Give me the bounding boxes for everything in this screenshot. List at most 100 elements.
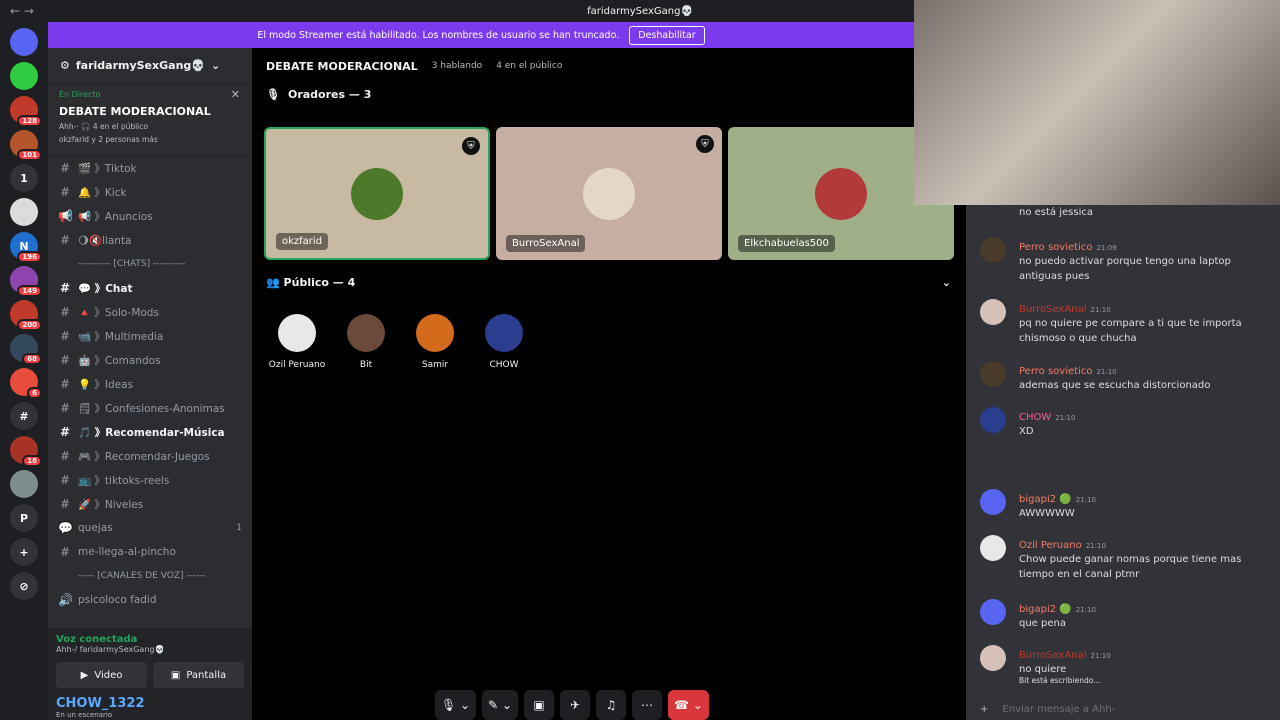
channel-item[interactable]: # 💡 》Ideas <box>48 372 252 396</box>
server-icon-4[interactable]: 1 <box>10 164 38 192</box>
server-icon-6[interactable]: N 196 <box>10 232 42 263</box>
message-author[interactable]: bigapi2 🟢 <box>1019 494 1072 505</box>
channel-item[interactable]: # me-llega-al-pincho <box>48 540 252 564</box>
message-author[interactable]: Perro sovietico <box>1019 366 1092 377</box>
hash-icon: # <box>59 473 71 487</box>
chevron-down-icon[interactable]: ⌄ <box>942 276 951 289</box>
video-button[interactable]: ▶ Video <box>56 662 147 688</box>
server-icon-14[interactable]: P <box>10 504 38 532</box>
avatar <box>278 314 316 352</box>
message-author[interactable]: Ozil Peruano <box>1019 540 1082 551</box>
channel-item[interactable]: 🔊 psicoloco fadid <box>48 588 252 612</box>
screen-share-button[interactable]: ▣ Pantalla <box>153 662 244 688</box>
server-icon-13[interactable] <box>10 470 38 498</box>
audience-member[interactable]: Bit <box>336 314 396 370</box>
channel-item[interactable]: # 🤖 》Comandos <box>48 348 252 372</box>
channel-item[interactable]: # 🎬 》Tiktok <box>48 156 252 180</box>
disconnect-button[interactable]: ☎ ⌄ <box>668 690 709 720</box>
channel-item[interactable]: # 🗒 》Confesiones-Anonimas <box>48 396 252 420</box>
chat-message[interactable]: Perro sovietico 21:10 ademas que se escuch… <box>980 359 1270 393</box>
server-icon-12[interactable]: 16 <box>10 436 42 467</box>
server-name: faridarmySexGang💀 <box>75 59 205 72</box>
server-icon-15[interactable]: + <box>10 538 38 566</box>
audience-name: CHOW <box>489 360 519 370</box>
channel-category[interactable]: ----- [CANALES DE VOZ] ------ <box>48 564 252 588</box>
user-name[interactable]: CHOW_1322 <box>56 696 244 711</box>
server-icon-9[interactable]: 68 <box>10 334 42 365</box>
server-label: ⊘ <box>19 579 29 593</box>
more-button[interactable]: ⋯ <box>632 690 663 720</box>
channel-name: ---------- [CHATS] ---------- <box>78 259 186 269</box>
avatar <box>815 167 867 220</box>
message-input[interactable]: + Enviar mensaje a Ahh- <box>980 698 1272 720</box>
audience-member[interactable]: Ozil Peruano <box>267 314 327 370</box>
audience-member[interactable]: CHOW <box>474 314 534 370</box>
chat-message[interactable]: BurroSexAnal 21:10 no quiere <box>980 643 1270 677</box>
server-icon-1[interactable] <box>10 62 38 90</box>
server-icon-7[interactable]: 149 <box>10 266 42 297</box>
share-screen-button[interactable]: ▣ <box>524 690 555 720</box>
chat-message[interactable]: Perro sovietico 21:09 no puedo activar por… <box>980 235 1270 284</box>
channel-item[interactable]: # 🔔 》Kick <box>48 180 252 204</box>
channel-item[interactable]: # 📹 》Multimedia <box>48 324 252 348</box>
server-icon-0[interactable] <box>10 28 38 56</box>
hash-icon: # <box>59 401 71 415</box>
voice-panel: Voz conectada Ahh-/ faridarmySexGang💀 ▶ V… <box>48 628 252 720</box>
close-icon[interactable]: ✕ <box>231 88 240 101</box>
avatar <box>416 314 454 352</box>
audience-member[interactable]: Samir <box>405 314 465 370</box>
camera-off-button[interactable]: ✎ ⌄ <box>482 690 519 720</box>
chat-message[interactable]: bigapi2 🟢 21:10 AWWWWW <box>980 487 1270 521</box>
hash-icon: # <box>59 377 71 391</box>
soundboard-button[interactable]: ♫ <box>596 690 627 720</box>
speaker-tile[interactable]: okzfarid ⛨ <box>264 127 490 260</box>
channel-category[interactable]: ---------- [CHATS] ---------- <box>48 252 252 276</box>
message-author[interactable]: BurroSexAnal <box>1019 650 1086 661</box>
channel-item[interactable]: # 🌖🔇llanta <box>48 228 252 252</box>
chat-message[interactable]: BurroSexAnal 21:10 pq no quiere pe compare… <box>980 297 1270 346</box>
server-icon-8[interactable]: 200 <box>10 300 42 331</box>
channel-item[interactable]: # 🎵 》Recomendar-Música <box>48 420 252 444</box>
server-icon-3[interactable]: 101 <box>10 130 42 161</box>
live-stage-name: DEBATE MODERACIONAL <box>59 105 211 118</box>
plus-icon[interactable]: + <box>980 704 988 715</box>
channel-item[interactable]: # 🚀 》Niveles <box>48 492 252 516</box>
server-header[interactable]: ⚙ faridarmySexGang💀 ⌄ <box>48 48 252 84</box>
live-status: En Directo <box>59 90 101 99</box>
message-author[interactable]: Perro sovietico <box>1019 242 1092 253</box>
message-author[interactable]: BurroSexAnal <box>1019 304 1086 315</box>
disable-streamer-button[interactable]: Deshabilitar <box>629 25 705 45</box>
server-icon-5[interactable] <box>10 198 38 226</box>
chat-message[interactable]: bigapi2 🟢 21:10 que pena <box>980 597 1270 631</box>
channel-item[interactable]: # 🎮 》Recomendar-Juegos <box>48 444 252 468</box>
channel-name: 🌖🔇llanta <box>78 234 132 247</box>
channel-item[interactable]: 📢 📢 》Anuncios <box>48 204 252 228</box>
hash-icon: # <box>59 425 71 439</box>
activity-button[interactable]: ✈ <box>560 690 591 720</box>
channel-name: 🎮 》Recomendar-Juegos <box>78 450 210 463</box>
speaker-tile[interactable]: BurroSexAnal ⛨ <box>496 127 722 260</box>
server-icon-2[interactable]: 128 <box>10 96 42 127</box>
live-stage-card[interactable]: En Directo DEBATE MODERACIONAL Ahh-· 🎧 4… <box>48 84 252 156</box>
channel-item[interactable]: # 📺 》tiktoks-reels <box>48 468 252 492</box>
server-label: P <box>19 511 29 525</box>
chat-message[interactable]: Ozil Peruano 21:10 Chow puede ganar nomas … <box>980 533 1270 582</box>
avatar <box>347 314 385 352</box>
mention-badge: 128 <box>17 115 42 127</box>
message-author[interactable]: bigapi2 🟢 <box>1019 604 1072 615</box>
channel-item[interactable]: # 🔺 》Solo-Mods <box>48 300 252 324</box>
mute-button[interactable]: 🎙 ⌄ <box>435 690 477 720</box>
server-icon-16[interactable]: ⊘ <box>10 572 38 600</box>
screen-icon: ▣ <box>170 669 181 681</box>
message-author[interactable]: CHOW <box>1019 412 1051 423</box>
server-icon-10[interactable]: 6 <box>10 368 42 399</box>
channel-name: 🚀 》Niveles <box>78 498 144 511</box>
chat-message[interactable]: CHOW 21:10 XD <box>980 405 1270 439</box>
channel-item[interactable]: 💬 quejas 1 <box>48 516 252 540</box>
chat-message[interactable]: no está jessica <box>980 205 1270 220</box>
hash-icon: 💬 <box>58 521 73 535</box>
speaker-name: okzfarid <box>276 233 329 250</box>
voice-sub: Ahh-/ faridarmySexGang💀 <box>56 645 165 654</box>
channel-item[interactable]: # 💬 》Chat <box>48 276 252 300</box>
server-icon-11[interactable]: # <box>10 402 38 430</box>
